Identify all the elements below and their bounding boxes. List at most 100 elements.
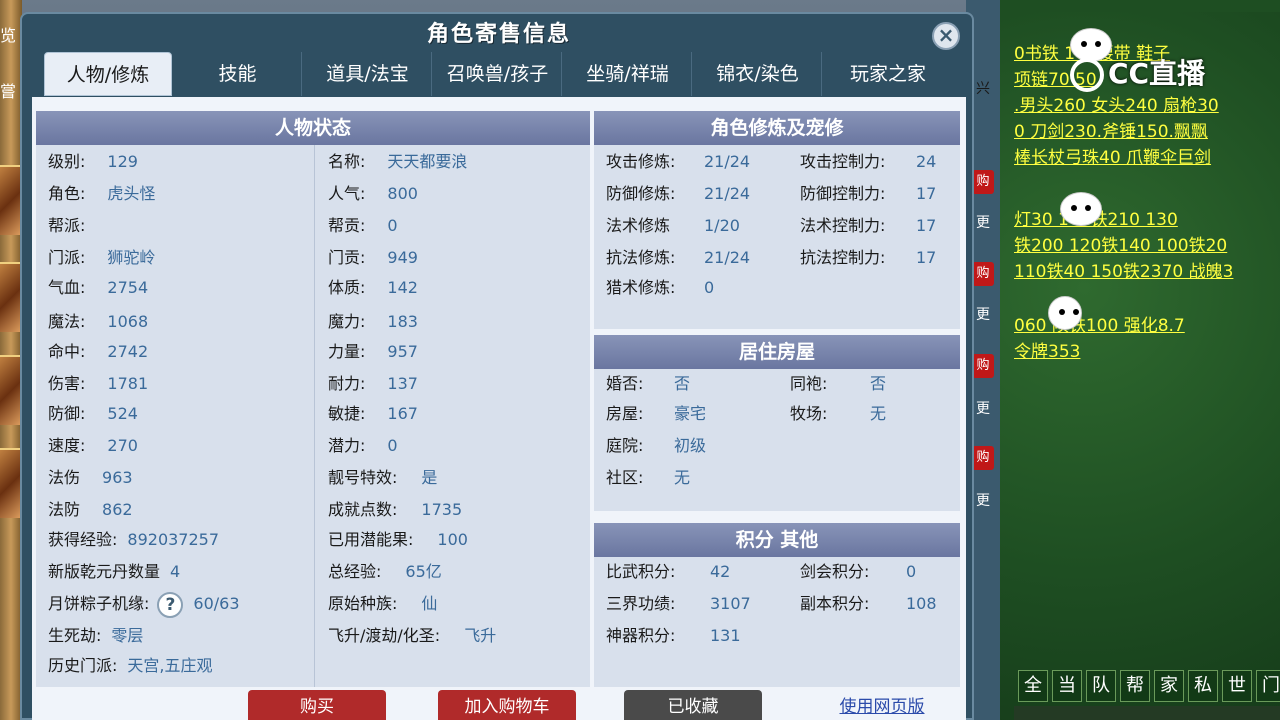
tab-outfits[interactable]: 锦衣/染色 (694, 52, 822, 96)
status-label: 防御: (48, 404, 86, 423)
cultivation-label: 法术控制力: (800, 216, 886, 235)
close-button[interactable]: × (932, 22, 960, 50)
status-value: 100 (437, 530, 468, 549)
cultivation-value (916, 273, 956, 303)
status-value: 892037257 (127, 530, 220, 549)
favorited-button[interactable]: 已收藏 (624, 690, 762, 720)
status-value: 零层 (111, 626, 144, 645)
channel-button[interactable]: 帮 (1120, 670, 1150, 702)
status-row: 命中: 2742 (48, 337, 318, 367)
house-value (870, 463, 910, 493)
status-value: 2754 (107, 278, 149, 297)
content-area: 人物状态 级别: 129 角色: 虎头怪 帮派: 门派: 狮驼岭 气血: 2754 魔法: 1068… (32, 97, 966, 720)
chat-message: 铁200 120铁140 100铁20 (1014, 236, 1228, 256)
chat-channel-bar: 全当队帮家私世门 (1014, 670, 1280, 704)
cultivation-value: 17 (916, 248, 937, 267)
channel-button[interactable]: 世 (1222, 670, 1252, 702)
status-row: 帮派: (48, 211, 318, 241)
channel-button[interactable]: 当 (1052, 670, 1082, 702)
status-row: 法伤 963 (48, 463, 318, 493)
cultivation-panel: 角色修炼及宠修 攻击修炼: 21/24 攻击控制力: 24 防御修炼: 21/24 防御控制… (594, 111, 960, 329)
status-label: 原始种族: (328, 594, 398, 613)
status-label: 法伤 (48, 468, 81, 487)
status-value: 是 (421, 468, 438, 487)
channel-button[interactable]: 队 (1086, 670, 1116, 702)
cultivation-label: 防御修炼: (606, 184, 676, 203)
buy-button[interactable]: 购买 (248, 690, 386, 720)
portrait-3 (0, 355, 22, 425)
status-row: 角色: 虎头怪 (48, 179, 318, 209)
status-label: 门派: (48, 248, 86, 267)
status-value: 963 (102, 468, 133, 487)
status-value: 狮驼岭 (107, 248, 156, 267)
tab-mounts[interactable]: 坐骑/祥瑞 (564, 52, 692, 96)
status-row: 人气: 800 (328, 179, 588, 209)
cultivation-label: 攻击控制力: (800, 152, 886, 171)
status-label: 帮贡: (328, 216, 366, 235)
status-label: 法防 (48, 500, 81, 519)
status-label: 敏捷: (328, 404, 366, 423)
status-row: 伤害: 1781 (48, 369, 318, 399)
cc-logo-icon (1070, 58, 1104, 92)
house-value: 否 (674, 374, 691, 393)
status-value: 60/63 (193, 594, 240, 613)
portrait-2 (0, 262, 22, 332)
status-label: 气血: (48, 278, 86, 297)
right-edge-text: 兴 (976, 81, 990, 97)
status-value: 1068 (107, 312, 149, 331)
left-top-text: 览 (0, 26, 17, 45)
portrait-4 (0, 448, 22, 518)
tab-items[interactable]: 道具/法宝 (304, 52, 432, 96)
house-value (870, 431, 910, 461)
points-label: 神器积分: (606, 626, 676, 645)
status-value: 949 (387, 248, 418, 267)
status-panel: 人物状态 级别: 129 角色: 虎头怪 帮派: 门派: 狮驼岭 气血: 2754 魔法: 1068… (36, 111, 590, 687)
left-portrait-strip (0, 0, 22, 720)
points-value: 42 (710, 562, 731, 581)
chat-message: 110铁40 150铁2370 战魄3 (1014, 262, 1234, 282)
channel-button[interactable]: 门 (1256, 670, 1280, 702)
help-icon[interactable]: ? (157, 591, 184, 618)
consignment-window: 角色寄售信息 × 人物/修炼 技能 道具/法宝 召唤兽/孩子 坐骑/祥瑞 锦衣/… (20, 12, 974, 720)
status-row: 生死劫: 零层 (48, 621, 318, 651)
status-value: 167 (387, 404, 418, 423)
status-row: 已用潜能果: 100 (328, 525, 588, 555)
chat-bottom-bar (1014, 706, 1280, 720)
status-row: 获得经验: 892037257 (48, 525, 318, 555)
tab-home[interactable]: 玩家之家 (824, 52, 952, 96)
cultivation-value: 0 (704, 278, 715, 297)
chat-top-bar (1000, 0, 1280, 12)
points-label: 副本积分: (800, 594, 870, 613)
channel-button[interactable]: 全 (1018, 670, 1048, 702)
points-label: 剑会积分: (800, 562, 870, 581)
tab-pets[interactable]: 召唤兽/孩子 (434, 52, 562, 96)
chat-message: 棒长杖弓珠40 爪鞭伞巨剑 (1014, 148, 1212, 168)
edge-text: 更 (976, 307, 990, 323)
points-value: 108 (906, 594, 937, 613)
status-row: 门贡: 949 (328, 243, 588, 273)
edge-tab[interactable]: 购 (972, 446, 994, 470)
status-row: 历史门派: 天宫,五庄观 (48, 651, 318, 681)
edge-tab[interactable]: 购 (972, 170, 994, 194)
tab-skills[interactable]: 技能 (174, 52, 302, 96)
status-label: 飞升/渡劫/化圣: (328, 626, 441, 645)
status-row: 气血: 2754 (48, 273, 318, 303)
emoji-icon (1048, 296, 1082, 330)
status-label: 人气: (328, 184, 366, 203)
points-label: 三界功绩: (606, 594, 676, 613)
web-version-link[interactable]: 使用网页版 (812, 690, 952, 720)
status-row: 成就点数: 1735 (328, 495, 588, 525)
tab-character[interactable]: 人物/修炼 (44, 52, 172, 96)
edge-tab[interactable]: 购 (972, 262, 994, 286)
status-value: 1735 (421, 500, 463, 519)
edge-tab[interactable]: 购 (972, 354, 994, 378)
channel-button[interactable]: 私 (1188, 670, 1218, 702)
points-label: 比武积分: (606, 562, 676, 581)
channel-button[interactable]: 家 (1154, 670, 1184, 702)
status-row: 总经验: 65亿 (328, 557, 588, 587)
status-value: 天宫,五庄观 (127, 656, 213, 675)
status-row: 魔力: 183 (328, 307, 588, 337)
status-value: 957 (387, 342, 418, 361)
cultivation-label: 抗法控制力: (800, 248, 886, 267)
add-to-cart-button[interactable]: 加入购物车 (438, 690, 576, 720)
